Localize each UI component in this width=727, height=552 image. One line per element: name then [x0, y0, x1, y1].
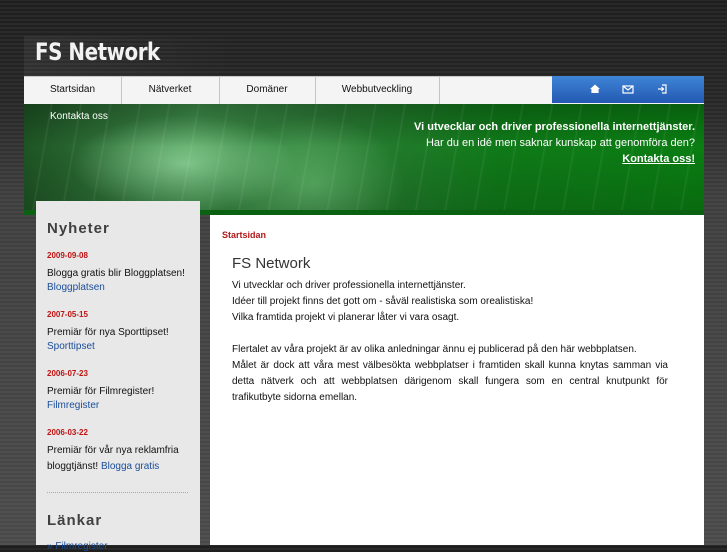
body-paragraph: Flertalet av våra projekt är av olika an…: [232, 344, 637, 355]
mail-icon[interactable]: [619, 80, 637, 98]
nav-item-startsidan[interactable]: Startsidan: [24, 77, 122, 104]
news-link[interactable]: Sporttipset: [47, 341, 195, 352]
nav-icon-bar: [552, 76, 704, 103]
home-icon[interactable]: [586, 80, 604, 98]
breadcrumb[interactable]: Startsidan: [222, 230, 266, 240]
site-logo[interactable]: FS Network: [24, 36, 234, 78]
page-body: Vi utvecklar och driver professionella i…: [232, 278, 668, 406]
news-text: Premiär för Filmregister!: [47, 386, 155, 397]
sidebar-link-label: Filmregister: [55, 541, 108, 552]
news-date: 2009-09-08: [47, 251, 88, 260]
news-date: 2007-05-15: [47, 310, 88, 319]
news-date: 2006-07-23: [47, 369, 88, 378]
header-banner: Kontakta oss Vi utvecklar och driver pro…: [24, 104, 704, 210]
body-line: Idéer till projekt finns det gott om - s…: [232, 296, 534, 307]
main-content: Startsidan FS Network Vi utvecklar och d…: [210, 215, 704, 545]
news-item: 2006-03-22 Premiär för vår nya reklamfri…: [47, 428, 195, 475]
banner-contact-link[interactable]: Kontakta oss!: [414, 151, 695, 167]
news-heading: Nyheter: [47, 220, 110, 237]
login-icon[interactable]: [653, 80, 671, 98]
nav-item-natverket[interactable]: Nätverket: [121, 77, 220, 104]
links-heading: Länkar: [47, 512, 103, 529]
news-text: Blogga gratis blir Bloggplatsen!: [47, 268, 185, 279]
nav-item-domaner[interactable]: Domäner: [219, 77, 316, 104]
news-text: Premiär för nya Sporttipset!: [47, 327, 169, 338]
banner-text: Vi utvecklar och driver professionella i…: [414, 119, 695, 167]
sidebar-link[interactable]: » Filmregister: [47, 541, 108, 552]
banner-question: Har du en idé men saknar kunskap att gen…: [425, 137, 695, 149]
nav-item-webbutveckling[interactable]: Webbutveckling: [315, 77, 440, 104]
news-item: 2007-05-15 Premiär för nya Sporttipset! …: [47, 310, 195, 352]
banner-headline: Vi utvecklar och driver professionella i…: [413, 121, 695, 133]
news-link[interactable]: Blogga gratis: [101, 461, 159, 472]
body-paragraph: Målet är dock att våra mest välbesökta w…: [232, 360, 668, 403]
news-item: 2009-09-08 Blogga gratis blir Bloggplats…: [47, 251, 195, 293]
body-line: Vilka framtida projekt vi planerar låter…: [232, 312, 460, 323]
news-link[interactable]: Bloggplatsen: [47, 282, 195, 293]
sidebar-divider: [47, 492, 188, 493]
sidebar: Nyheter 2009-09-08 Blogga gratis blir Bl…: [36, 201, 200, 552]
logo-text: FS Network: [35, 38, 160, 66]
news-date: 2006-03-22: [47, 428, 88, 437]
news-text-with-link: Premiär för vår nya reklamfria bloggtjän…: [47, 443, 195, 475]
body-line: Vi utvecklar och driver professionella i…: [232, 280, 466, 291]
nav-item-kontakta-oss[interactable]: Kontakta oss: [50, 111, 108, 122]
page-title: FS Network: [232, 255, 311, 272]
news-item: 2006-07-23 Premiär för Filmregister! Fil…: [47, 369, 195, 411]
news-link[interactable]: Filmregister: [47, 400, 195, 411]
